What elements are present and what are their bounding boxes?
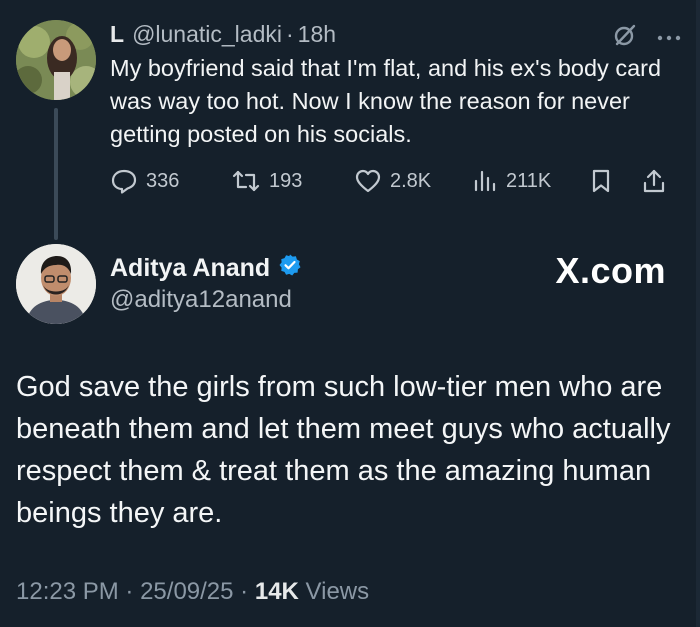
heart-icon xyxy=(354,168,382,194)
views-button[interactable]: 211K xyxy=(472,168,590,194)
tweet-header: L @lunatic_ladki · 18h xyxy=(110,18,690,50)
views-label[interactable]: Views xyxy=(306,578,370,605)
more-icon[interactable] xyxy=(656,29,682,47)
reply-count: 336 xyxy=(146,169,180,192)
share-button[interactable] xyxy=(642,168,666,194)
share-icon xyxy=(642,168,666,194)
tweet-text: My boyfriend said that I'm flat, and his… xyxy=(110,55,662,147)
display-name[interactable]: L xyxy=(110,21,124,48)
separator-dot: · xyxy=(125,578,134,605)
reply-button[interactable]: 336 xyxy=(110,168,231,194)
tweet-text: God save the girls from such low-tier me… xyxy=(16,371,671,529)
analytics-icon xyxy=(472,168,498,194)
grok-icon[interactable] xyxy=(612,22,638,53)
bookmark-button[interactable] xyxy=(590,168,642,194)
repost-count: 193 xyxy=(269,169,303,192)
separator-dot: · xyxy=(286,20,294,47)
verified-badge-icon[interactable] xyxy=(278,253,302,284)
separator-dot: · xyxy=(240,578,249,605)
tweet-meta: 12:23 PM · 25/09/25 · 14K Views xyxy=(16,578,369,606)
author-block: Aditya Anand @aditya12anand xyxy=(110,252,302,314)
user-handle[interactable]: @lunatic_ladki xyxy=(132,21,282,48)
parent-tweet[interactable]: L @lunatic_ladki · 18h My boyfriend said… xyxy=(0,0,700,240)
repost-icon xyxy=(231,169,261,193)
date[interactable]: 25/09/25 xyxy=(140,578,233,605)
avatar[interactable] xyxy=(16,244,96,324)
display-name[interactable]: Aditya Anand xyxy=(110,254,270,283)
timestamp[interactable]: 12:23 PM xyxy=(16,578,119,605)
tweet-actions: 336 193 2.8K 211K xyxy=(110,168,680,194)
like-button[interactable]: 2.8K xyxy=(354,168,472,194)
brand-watermark: X.com xyxy=(555,250,666,291)
repost-button[interactable]: 193 xyxy=(231,169,354,193)
avatar[interactable] xyxy=(16,20,96,100)
thread-line xyxy=(54,108,58,240)
reply-icon xyxy=(110,168,138,194)
timestamp[interactable]: 18h xyxy=(298,21,336,48)
avatar-image xyxy=(16,20,96,100)
user-handle[interactable]: @aditya12anand xyxy=(110,286,302,314)
author-name-row: Aditya Anand xyxy=(110,252,302,284)
view-count[interactable]: 14K xyxy=(255,578,299,605)
avatar-image xyxy=(16,244,96,324)
view-count: 211K xyxy=(506,169,552,192)
like-count: 2.8K xyxy=(390,169,432,192)
bookmark-icon xyxy=(590,168,612,194)
